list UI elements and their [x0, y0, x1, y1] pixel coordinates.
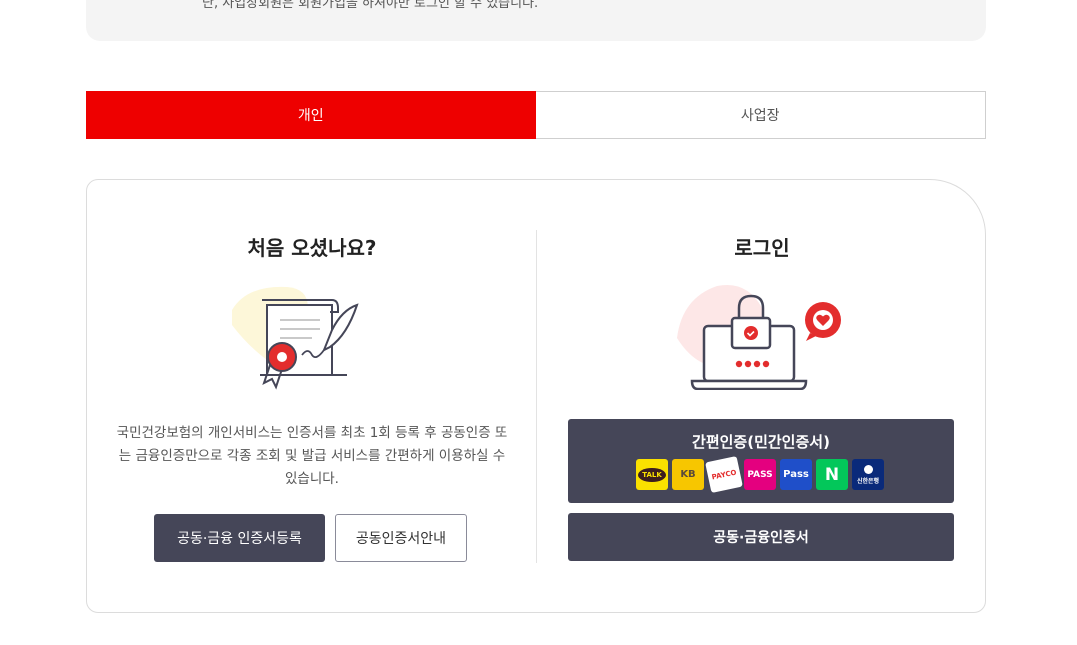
joint-financial-cert-button[interactable]: 공동·금융인증서 [568, 513, 954, 561]
kakaotalk-icon: TALK [636, 459, 668, 490]
first-visit-heading: 처음 오셨나요? [247, 236, 377, 260]
notice-text: 단, 사업장회원은 회원가입을 하셔야만 로그인 할 수 있습니다. [202, 0, 539, 11]
cert-guide-button[interactable]: 공동인증서안내 [335, 514, 467, 562]
login-heading: 로그인 [734, 236, 790, 260]
tab-personal[interactable]: 개인 [86, 91, 536, 139]
payco-icon: PAYCO [705, 456, 743, 493]
login-card: 처음 오셨나요? 국민건강보험의 개인서비스는 인증서를 최초 1회 등록 후 … [86, 179, 986, 613]
samsung-pass-icon: Pass [780, 459, 812, 490]
naver-icon: N [816, 459, 848, 490]
column-divider [536, 230, 537, 563]
personal-service-description: 국민건강보험의 개인서비스는 인증서를 최초 1회 등록 후 공동인증 또는 금… [116, 425, 508, 487]
kb-bank-icon: KB [672, 459, 704, 490]
certificate-icon [232, 286, 359, 390]
register-cert-button[interactable]: 공동·금융 인증서등록 [154, 514, 325, 562]
pass-icon: PASS [744, 459, 776, 490]
shinhan-icon: 신한은행 [852, 459, 884, 490]
member-type-tabs: 개인 사업장 [86, 91, 986, 139]
lock-laptop-icon [677, 284, 841, 390]
auth-provider-list: TALK KB PAYCO PASS Pass N 신한은행 [636, 456, 884, 493]
tab-business[interactable]: 사업장 [535, 91, 986, 139]
simple-auth-button[interactable]: 간편인증(민간인증서) TALK KB PAYCO PASS Pass N 신한… [568, 419, 954, 503]
simple-auth-label: 간편인증(민간인증서) [692, 433, 830, 451]
